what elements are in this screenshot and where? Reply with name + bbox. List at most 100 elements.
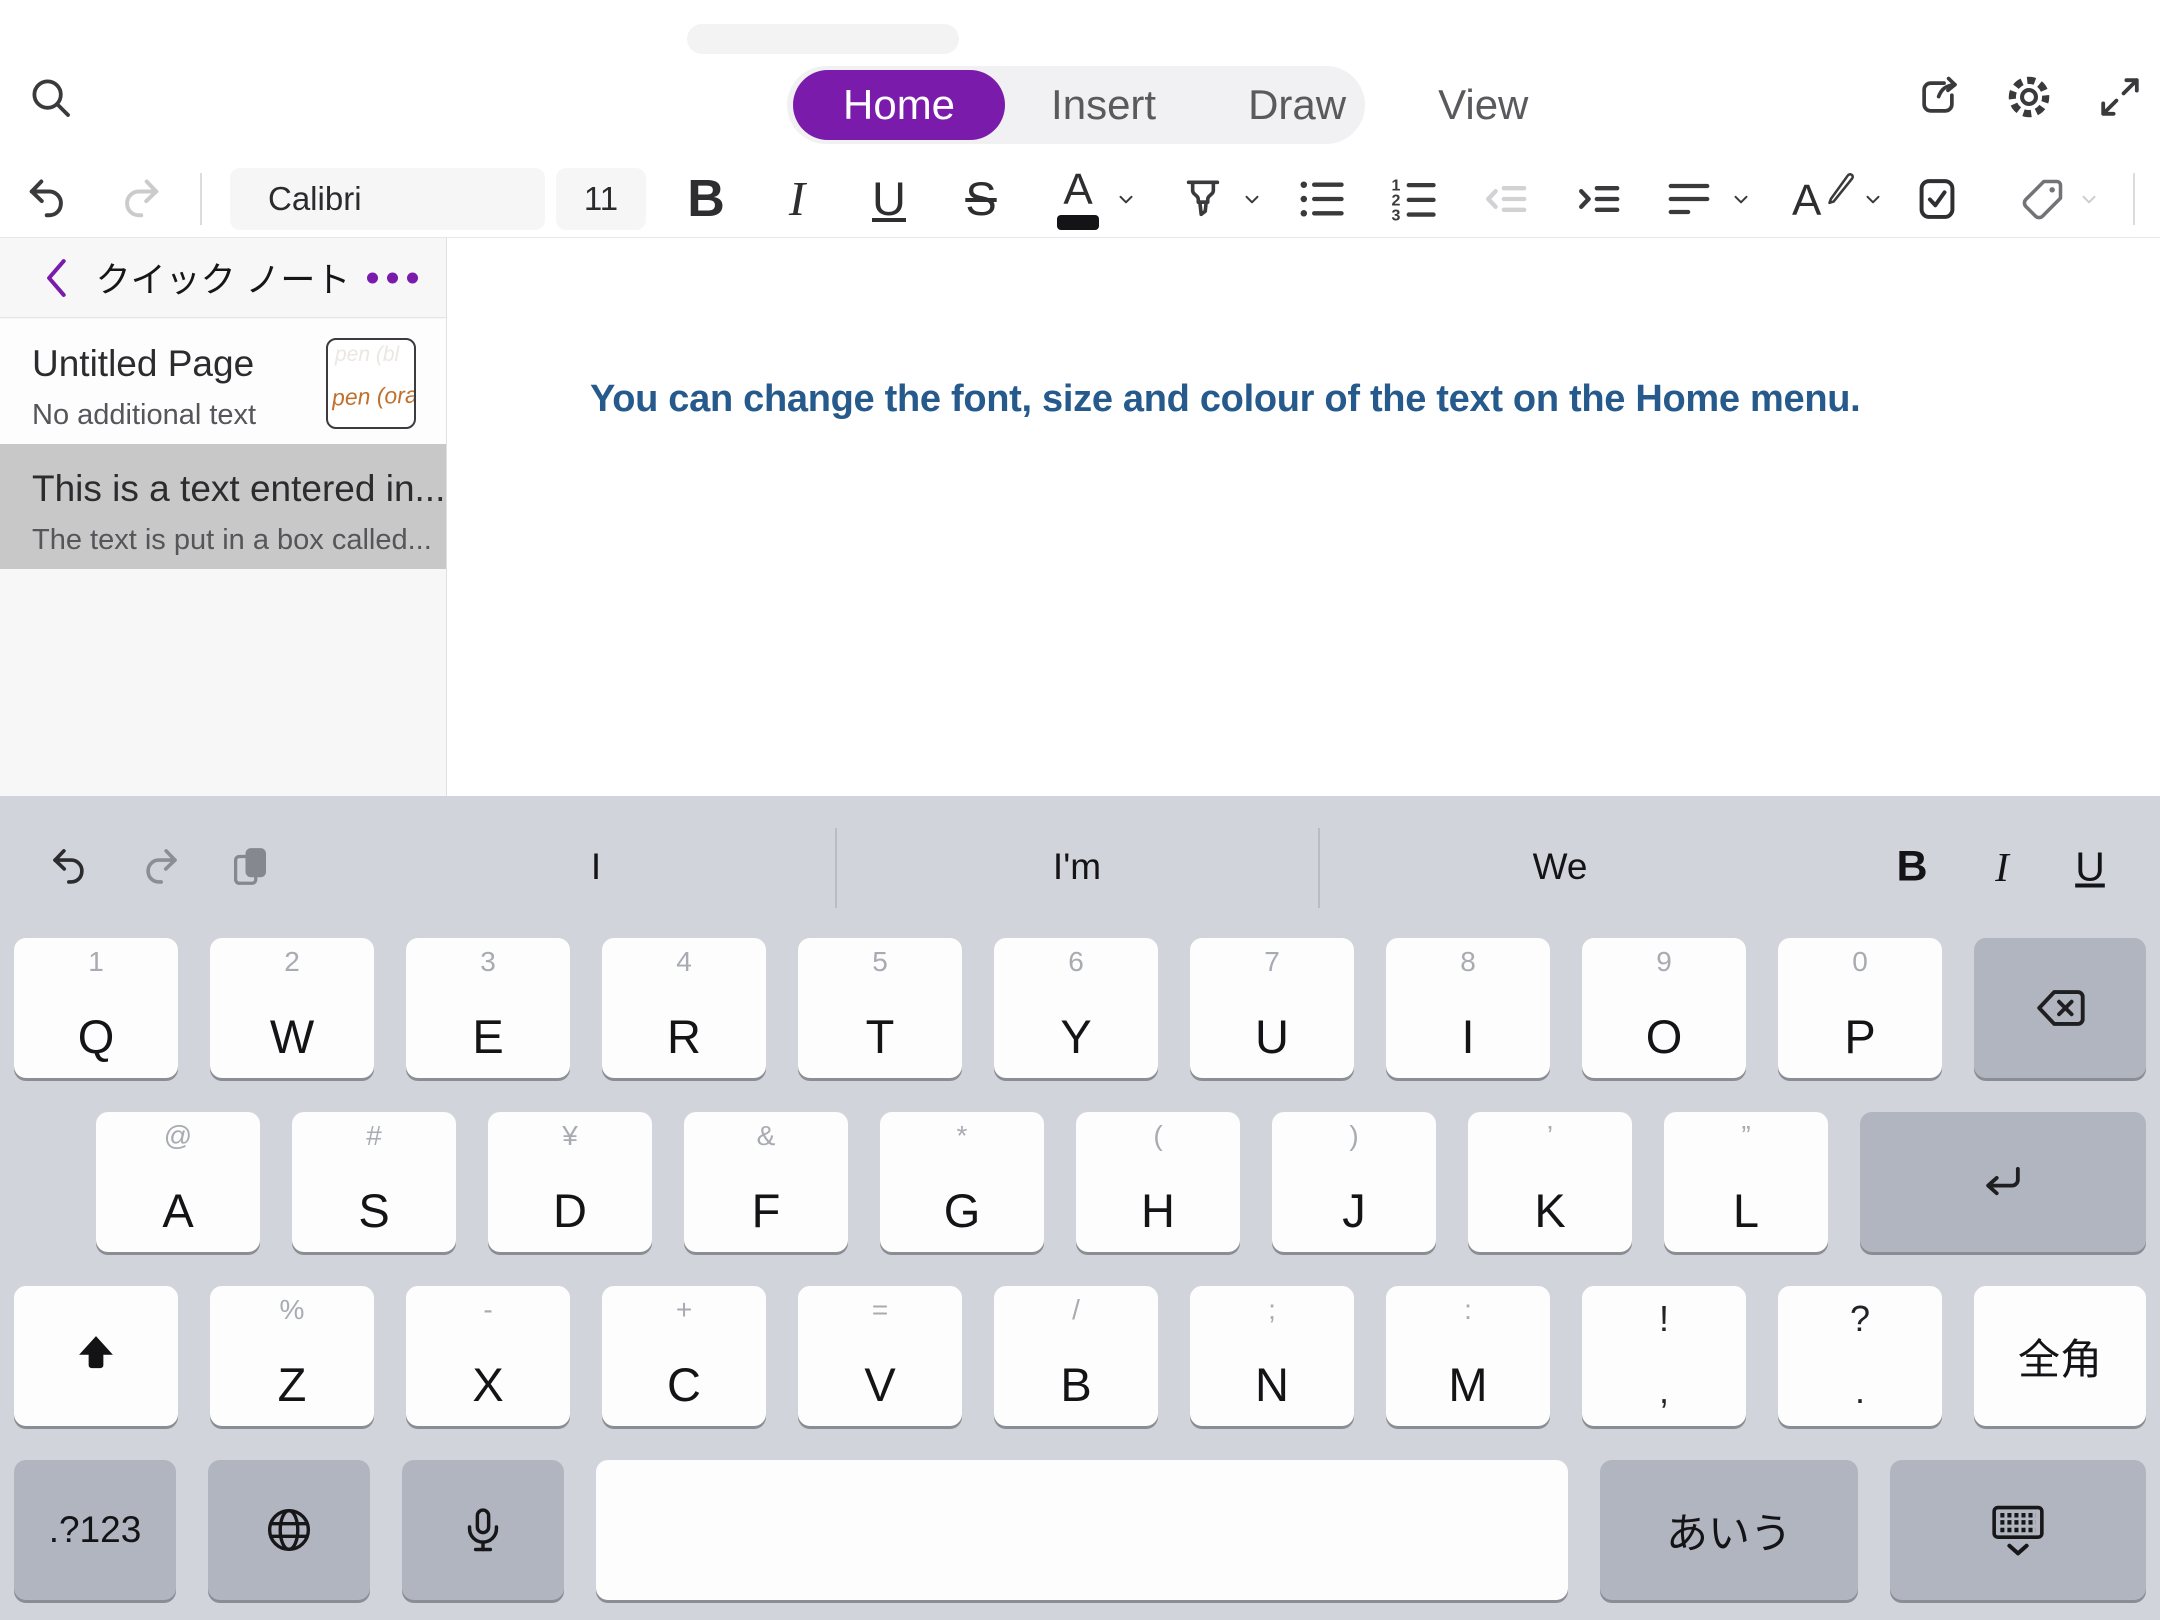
share-button[interactable] — [1902, 61, 1974, 133]
keyboard-bold-button[interactable]: B — [1880, 843, 1944, 892]
key-o[interactable]: 9O — [1582, 938, 1746, 1078]
font-size-selector[interactable]: 11 — [556, 168, 646, 230]
align-button[interactable] — [1655, 165, 1723, 233]
italic-button[interactable]: I — [763, 165, 831, 233]
key-label: Z — [210, 1357, 374, 1412]
shift-key[interactable] — [14, 1286, 178, 1426]
key-u[interactable]: 7U — [1190, 938, 1354, 1078]
key-h[interactable]: (H — [1076, 1112, 1240, 1252]
key-sublabel: ( — [1076, 1120, 1240, 1152]
page-list-item-selected[interactable]: This is a text entered in... The text is… — [0, 444, 446, 569]
key-r[interactable]: 4R — [602, 938, 766, 1078]
search-button[interactable] — [14, 61, 86, 133]
page-canvas[interactable]: You can change the font, size and colour… — [448, 238, 2160, 796]
undo-icon — [23, 174, 73, 224]
key-i[interactable]: 8I — [1386, 938, 1550, 1078]
key-w[interactable]: 2W — [210, 938, 374, 1078]
window-drag-handle[interactable] — [687, 24, 959, 54]
key-x[interactable]: -X — [406, 1286, 570, 1426]
suggestion-2[interactable]: I'm — [1053, 846, 1101, 888]
key-sublabel: 7 — [1190, 946, 1354, 978]
space-key[interactable] — [596, 1460, 1568, 1600]
numbered-list-button[interactable]: 1 2 3 — [1380, 165, 1448, 233]
suggestion-3[interactable]: We — [1533, 846, 1588, 888]
key-n[interactable]: ;N — [1190, 1286, 1354, 1426]
key-y[interactable]: 6Y — [994, 938, 1158, 1078]
key-label: D — [488, 1183, 652, 1238]
keyboard-undo-button[interactable] — [37, 834, 103, 900]
key-g[interactable]: *G — [880, 1112, 1044, 1252]
bold-button[interactable]: B — [672, 165, 740, 233]
globe-key[interactable] — [208, 1460, 370, 1600]
key-f[interactable]: &F — [684, 1112, 848, 1252]
key-k[interactable]: ’K — [1468, 1112, 1632, 1252]
key-j[interactable]: )J — [1272, 1112, 1436, 1252]
key-s[interactable]: #S — [292, 1112, 456, 1252]
redo-button[interactable] — [106, 165, 174, 233]
underline-button[interactable]: U — [855, 165, 923, 233]
keyboard-redo-button[interactable] — [127, 834, 193, 900]
backspace-key[interactable] — [1974, 938, 2146, 1078]
tag-dropdown[interactable] — [2072, 165, 2106, 233]
key-d[interactable]: ¥D — [488, 1112, 652, 1252]
key-sublabel: # — [292, 1120, 456, 1152]
key-punct-![interactable]: !, — [1582, 1286, 1746, 1426]
highlight-dropdown[interactable] — [1235, 165, 1269, 233]
keyboard-italic-button[interactable]: I — [1970, 843, 2034, 891]
chevron-down-icon — [2078, 188, 2100, 210]
kana-key[interactable]: あいう — [1600, 1460, 1858, 1600]
font-name-selector[interactable]: Calibri — [230, 168, 545, 230]
suggestion-1[interactable]: I — [591, 846, 601, 888]
keyboard-underline-button[interactable]: U — [2058, 844, 2122, 891]
tab-home[interactable]: Home — [793, 70, 1005, 140]
key-l[interactable]: ”L — [1664, 1112, 1828, 1252]
key-z[interactable]: %Z — [210, 1286, 374, 1426]
fullscreen-button[interactable] — [2084, 61, 2156, 133]
tag-button[interactable] — [2009, 165, 2077, 233]
key-q[interactable]: 1Q — [14, 938, 178, 1078]
bullet-list-button[interactable] — [1288, 165, 1356, 233]
key-label: E — [406, 1009, 570, 1064]
dictation-key[interactable] — [402, 1460, 564, 1600]
outdent-button[interactable] — [1472, 165, 1540, 233]
key-p[interactable]: 0P — [1778, 938, 1942, 1078]
align-dropdown[interactable] — [1724, 165, 1758, 233]
dismiss-keyboard-key[interactable] — [1890, 1460, 2146, 1600]
page-subtitle: The text is put in a box called... — [32, 524, 432, 557]
more-options-button[interactable] — [367, 272, 418, 283]
todo-tag-button[interactable] — [1903, 165, 1971, 233]
return-key[interactable] — [1860, 1112, 2146, 1252]
settings-button[interactable] — [1993, 61, 2065, 133]
font-color-button[interactable]: A — [1044, 165, 1112, 233]
numbers-key[interactable]: .?123 — [14, 1460, 176, 1600]
key-t[interactable]: 5T — [798, 938, 962, 1078]
paste-button[interactable] — [217, 834, 283, 900]
sidebar-header: クイック ノート — [0, 238, 446, 318]
highlight-button[interactable] — [1169, 165, 1237, 233]
key-sublabel: ¥ — [488, 1120, 652, 1152]
key-v[interactable]: =V — [798, 1286, 962, 1426]
page-subtitle: No additional text — [32, 399, 256, 432]
key-sublabel: - — [406, 1294, 570, 1326]
undo-button[interactable] — [14, 165, 82, 233]
strikethrough-button[interactable]: S — [947, 165, 1015, 233]
font-color-dropdown[interactable] — [1109, 165, 1143, 233]
key-e[interactable]: 3E — [406, 938, 570, 1078]
zenkaku-key[interactable]: 全角 — [1974, 1286, 2146, 1426]
tab-view[interactable]: View — [1392, 70, 1574, 140]
key-c[interactable]: +C — [602, 1286, 766, 1426]
key-b[interactable]: /B — [994, 1286, 1158, 1426]
ribbon-tab-group: Home Insert Draw View — [787, 66, 1365, 144]
page-list-item[interactable]: Untitled Page No additional text pen (bl… — [0, 319, 446, 444]
indent-button[interactable] — [1565, 165, 1633, 233]
styles-dropdown[interactable] — [1856, 165, 1890, 233]
key-m[interactable]: :M — [1386, 1286, 1550, 1426]
key-sublabel: % — [210, 1294, 374, 1326]
numbered-list-icon: 1 2 3 — [1388, 173, 1440, 225]
key-a[interactable]: @A — [96, 1112, 260, 1252]
key-punct-?[interactable]: ?. — [1778, 1286, 1942, 1426]
key-label: T — [798, 1009, 962, 1064]
tab-draw[interactable]: Draw — [1202, 70, 1392, 140]
tab-insert[interactable]: Insert — [1005, 70, 1202, 140]
styles-button[interactable]: A — [1788, 165, 1856, 233]
